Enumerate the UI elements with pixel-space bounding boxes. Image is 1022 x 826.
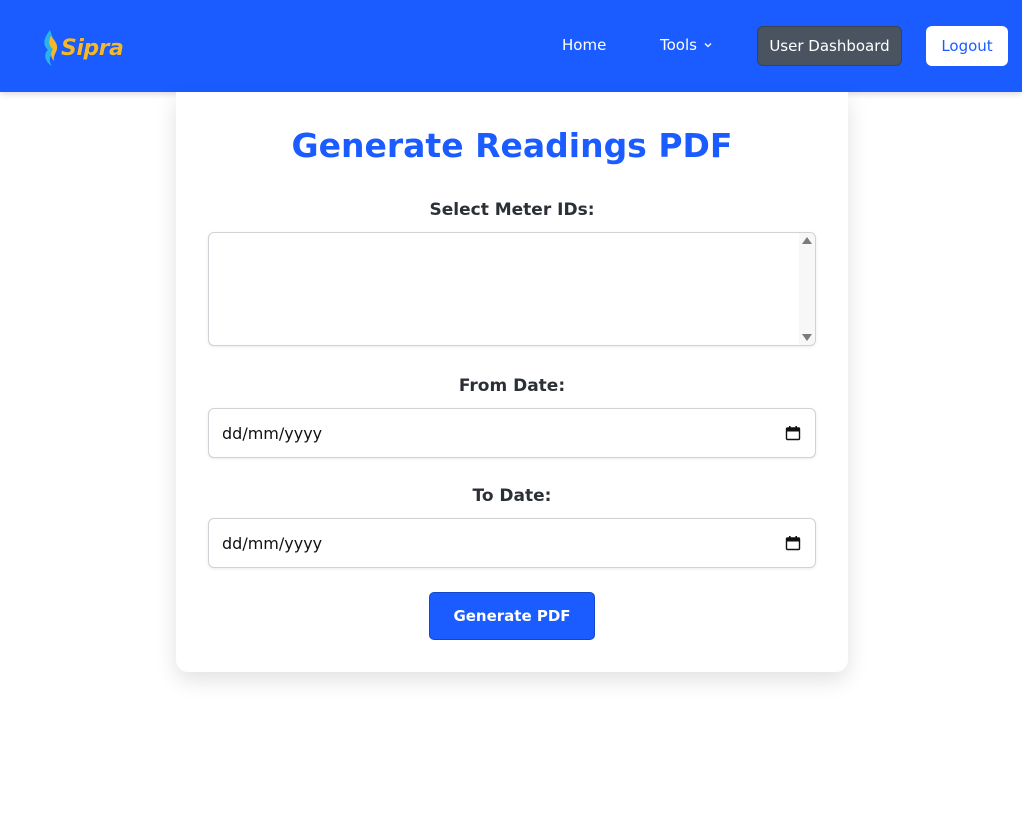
logo-text: Sipra xyxy=(61,35,124,61)
scroll-down-arrow-icon[interactable] xyxy=(802,334,812,341)
generate-pdf-button[interactable]: Generate PDF xyxy=(429,592,595,640)
meter-ids-select[interactable] xyxy=(208,232,816,346)
user-dashboard-button[interactable]: User Dashboard xyxy=(757,26,902,66)
meter-ids-label: Select Meter IDs: xyxy=(429,200,595,220)
from-date-input[interactable]: dd/mm/yyyy xyxy=(208,408,816,458)
from-date-value: dd/mm/yyyy xyxy=(222,423,323,443)
to-date-input[interactable]: dd/mm/yyyy xyxy=(208,518,816,568)
to-date-label: To Date: xyxy=(472,486,552,506)
to-date-value: dd/mm/yyyy xyxy=(222,533,323,553)
page-title: Generate Readings PDF xyxy=(291,126,733,165)
chevron-down-icon xyxy=(704,43,712,48)
calendar-icon[interactable] xyxy=(785,425,801,441)
brand-logo[interactable]: Sipra xyxy=(40,28,124,68)
nav-home-link[interactable]: Home xyxy=(562,36,606,54)
flame-icon xyxy=(44,30,58,66)
calendar-icon[interactable] xyxy=(785,535,801,551)
nav-tools-label: Tools xyxy=(660,36,697,54)
scroll-up-arrow-icon[interactable] xyxy=(802,237,812,244)
meter-ids-scrollbar[interactable] xyxy=(799,233,815,345)
nav-tools-dropdown[interactable]: Tools xyxy=(660,36,713,54)
from-date-label: From Date: xyxy=(458,376,566,396)
logout-button[interactable]: Logout xyxy=(926,26,1008,66)
top-navbar: Sipra Home Tools User Dashboard Logout xyxy=(0,0,1022,92)
generate-pdf-card: Generate Readings PDF Select Meter IDs: … xyxy=(176,92,848,672)
